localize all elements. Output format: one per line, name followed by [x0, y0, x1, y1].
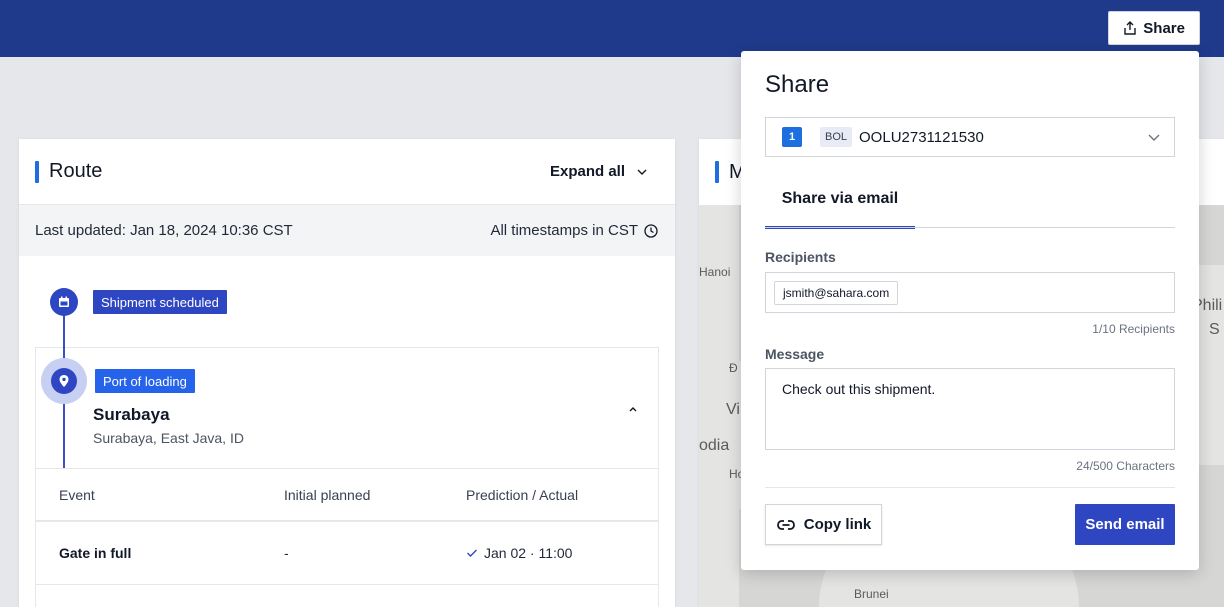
tab-share-via-email[interactable]: Share via email	[765, 171, 915, 229]
column-header-event: Event	[59, 486, 95, 503]
copy-link-label: Copy link	[803, 516, 872, 533]
route-title: Route	[35, 160, 102, 183]
message-textarea[interactable]: Check out this shipment.	[765, 368, 1175, 450]
link-icon	[776, 519, 795, 530]
timestamps-note-text: All timestamps in CST	[490, 222, 638, 239]
route-title-text: Route	[49, 160, 103, 182]
chevron-down-icon	[1148, 134, 1160, 141]
map-label: Vi	[726, 401, 740, 418]
shipment-select[interactable]: 1 BOL OOLU2731121530	[765, 117, 1175, 157]
share-icon	[1124, 21, 1136, 35]
port-region: Surabaya, East Java, ID	[93, 430, 244, 446]
recipients-count: 1/10 Recipients	[1092, 322, 1175, 336]
last-updated-row: Last updated: Jan 18, 2024 10:36 CST All…	[19, 205, 675, 256]
route-card: Route Expand all Last updated: Jan 18, 2…	[19, 139, 675, 607]
last-updated-text: Last updated: Jan 18, 2024 10:36 CST	[35, 222, 293, 239]
timestamps-note: All timestamps in CST	[490, 222, 658, 239]
message-count: 24/500 Characters	[1076, 459, 1175, 473]
tab-divider	[765, 227, 1175, 228]
doc-number: OOLU2731121530	[859, 128, 984, 146]
map-label: Hanoi	[699, 265, 731, 279]
expand-all-label: Expand all	[549, 163, 625, 180]
recipients-input[interactable]: jsmith@sahara.com	[765, 272, 1175, 313]
route-accent-bar	[35, 160, 39, 183]
share-button[interactable]: Share	[1108, 11, 1200, 45]
map-label: Đ	[729, 361, 738, 375]
event-actual: Jan 02 · 11:00	[466, 545, 572, 561]
table-row	[35, 585, 659, 607]
location-pin-icon	[59, 375, 69, 387]
calendar-icon	[59, 296, 69, 307]
clock-icon	[644, 223, 658, 238]
port-city: Surabaya	[93, 405, 170, 424]
timeline-node-scheduled	[50, 288, 78, 316]
chevron-up-icon[interactable]	[626, 402, 640, 416]
column-header-prediction: Prediction / Actual	[466, 486, 579, 503]
milestone-badge-scheduled: Shipment scheduled	[93, 290, 227, 314]
check-icon	[467, 549, 477, 557]
share-panel: Share 1 BOL OOLU2731121530 Share via ema…	[741, 51, 1199, 570]
share-button-label: Share	[1143, 19, 1185, 37]
event-actual-text: Jan 02 · 11:00	[484, 545, 573, 561]
recipients-label: Recipients	[765, 249, 836, 265]
timeline-node-port	[51, 368, 77, 394]
shipment-index-badge: 1	[782, 127, 802, 147]
doc-type-badge: BOL	[820, 127, 853, 147]
expand-all-button[interactable]: Expand all	[550, 163, 647, 180]
footer-divider	[765, 487, 1175, 488]
table-row: Gate in full - Jan 02 · 11:00	[35, 522, 659, 585]
milestone-badge-port: Port of loading	[95, 369, 195, 393]
map-label: S	[1209, 321, 1220, 338]
route-header: Route Expand all	[19, 139, 675, 205]
share-panel-title: Share	[765, 71, 830, 98]
map-accent-bar	[715, 161, 719, 183]
message-label: Message	[765, 346, 825, 362]
send-email-button[interactable]: Send email	[1075, 504, 1175, 545]
chevron-down-icon	[637, 169, 647, 175]
events-table-header: Event Initial planned Prediction / Actua…	[35, 468, 659, 522]
map-label: Brunei	[854, 587, 889, 601]
top-nav-bar: Share	[0, 0, 1224, 57]
copy-link-button[interactable]: Copy link	[765, 504, 882, 545]
event-initial: -	[284, 545, 289, 561]
event-name: Gate in full	[59, 545, 132, 561]
column-header-initial: Initial planned	[284, 486, 371, 503]
recipient-chip[interactable]: jsmith@sahara.com	[774, 281, 899, 305]
map-label: odia	[699, 437, 730, 454]
